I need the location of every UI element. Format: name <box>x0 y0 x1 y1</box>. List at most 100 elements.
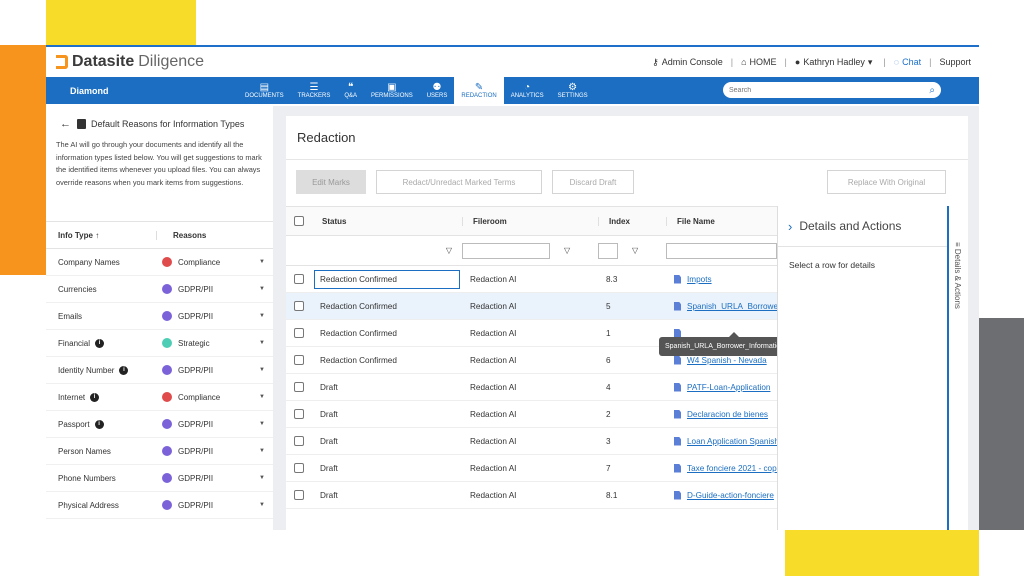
select-all-checkbox[interactable] <box>294 216 304 226</box>
reason-select[interactable]: GDPR/PII ▼ <box>162 446 273 456</box>
filename-filter-input[interactable] <box>666 242 777 259</box>
chevron-right-icon[interactable]: › <box>788 219 792 234</box>
user-menu[interactable]: Kathryn Hadley <box>803 57 865 67</box>
reason-select[interactable]: GDPR/PII ▼ <box>162 284 273 294</box>
index-filter-input[interactable] <box>598 242 618 259</box>
info-icon[interactable]: i <box>119 365 129 375</box>
info-type-row[interactable]: Person Names GDPR/PII ▼ <box>46 438 273 465</box>
fileroom-filter-input[interactable] <box>462 242 550 259</box>
file-link[interactable]: Taxe fonciere 2021 - copie <box>674 463 777 473</box>
row-checkbox[interactable] <box>294 409 304 419</box>
table-row[interactable]: Redaction Confirmed Redaction AI 8.3 Impots <box>286 266 777 293</box>
file-link[interactable]: PATF-Loan-Application <box>674 382 777 392</box>
home-link[interactable]: HOME <box>750 57 777 67</box>
file-link[interactable]: Spanish_URLA_Borrower_Information <box>674 301 777 311</box>
info-type-name: Financial i <box>46 338 162 348</box>
table-row[interactable]: Draft Redaction AI 8.1 D-Guide-action-fonci… <box>286 482 777 509</box>
edit-marks-button[interactable]: Edit Marks <box>296 170 366 194</box>
support-link[interactable]: Support <box>939 57 971 67</box>
table-row[interactable]: Draft Redaction AI 4 PATF-Loan-Application <box>286 374 777 401</box>
info-type-row[interactable]: Passport i GDPR/PII ▼ <box>46 411 273 438</box>
nav-label: ANALYTICS <box>510 93 544 99</box>
fileroom-column-header[interactable]: Fileroom <box>462 216 598 226</box>
nav-analytics[interactable]: ◔ ANALYTICS <box>504 77 551 104</box>
table-row[interactable]: Draft Redaction AI 2 Declaracion de bienes <box>286 401 777 428</box>
nav-redaction[interactable]: ✎ REDACTION <box>454 77 504 104</box>
info-icon[interactable]: i <box>95 338 105 348</box>
filter-icon[interactable]: ▽ <box>446 246 452 255</box>
row-checkbox[interactable] <box>294 328 304 338</box>
back-arrow-icon[interactable]: ← <box>60 118 71 130</box>
info-type-row[interactable]: Emails GDPR/PII ▼ <box>46 303 273 330</box>
info-type-column-header[interactable]: Info Type ↑ <box>46 231 156 240</box>
table-row[interactable]: Draft Redaction AI 3 Loan Application Spani… <box>286 428 777 455</box>
info-type-row[interactable]: Identity Number i GDPR/PII ▼ <box>46 357 273 384</box>
info-type-name: Emails <box>46 312 162 321</box>
redact-unredact-button[interactable]: Redact/Unredact Marked Terms <box>376 170 542 194</box>
left-panel-header: ← Default Reasons for Information Types <box>46 106 273 130</box>
index-column-header[interactable]: Index <box>598 216 666 226</box>
dropdown-caret-icon: ▼ <box>259 367 265 373</box>
file-link[interactable]: Loan Application Spanish <box>674 436 777 446</box>
discard-draft-button[interactable]: Discard Draft <box>552 170 634 194</box>
file-link[interactable]: Declaracion de bienes <box>674 409 777 419</box>
details-panel: › Details and Actions Select a row for d… <box>777 206 947 530</box>
replace-with-original-button[interactable]: Replace With Original <box>827 170 946 194</box>
row-checkbox[interactable] <box>294 355 304 365</box>
top-links: ⚷ Admin Console | ⌂ HOME | ● Kathryn Had… <box>652 57 971 68</box>
nav-users[interactable]: ⚉ USERS <box>420 77 455 104</box>
reason-select[interactable]: Strategic ▼ <box>162 338 273 348</box>
reason-label: GDPR/PII <box>178 311 214 321</box>
table-row[interactable]: Draft Redaction AI 7 Taxe fonciere 2021 - c… <box>286 455 777 482</box>
row-checkbox[interactable] <box>294 436 304 446</box>
info-icon[interactable]: i <box>94 419 104 429</box>
row-checkbox[interactable] <box>294 301 304 311</box>
search-input[interactable] <box>729 86 930 94</box>
status-cell: Redaction Confirmed <box>320 301 397 311</box>
brand-logo[interactable]: Datasite Diligence <box>56 53 204 71</box>
status-column-header[interactable]: Status <box>312 217 462 226</box>
reason-select[interactable]: GDPR/PII ▼ <box>162 419 273 429</box>
info-type-row[interactable]: Physical Address GDPR/PII ▼ <box>46 492 273 519</box>
table-row[interactable]: Redaction Confirmed Redaction AI 5 Spanish_… <box>286 293 777 320</box>
chat-link[interactable]: Chat <box>902 57 921 67</box>
filename-cell: Declaracion de bienes <box>666 409 777 419</box>
file-link[interactable]: Impots <box>674 274 777 284</box>
row-checkbox[interactable] <box>294 274 304 284</box>
row-checkbox[interactable] <box>294 382 304 392</box>
row-checkbox[interactable] <box>294 490 304 500</box>
filename-column-header[interactable]: File Name <box>666 216 777 226</box>
workspace-name[interactable]: Diamond <box>46 86 238 96</box>
nav-documents[interactable]: ▤ DOCUMENTS <box>238 77 291 104</box>
reason-select[interactable]: GDPR/PII ▼ <box>162 500 273 510</box>
info-type-name: Person Names <box>46 447 162 456</box>
reason-select[interactable]: GDPR/PII ▼ <box>162 311 273 321</box>
admin-console-link[interactable]: Admin Console <box>662 57 723 67</box>
row-select-cell <box>286 328 312 338</box>
info-icon[interactable]: i <box>90 392 100 402</box>
search-bar: ⌕ <box>723 82 941 98</box>
filter-icon[interactable]: ▽ <box>632 246 638 255</box>
details-header: › Details and Actions <box>778 206 947 247</box>
row-checkbox[interactable] <box>294 463 304 473</box>
filter-icon[interactable]: ▽ <box>564 246 570 255</box>
reason-select[interactable]: GDPR/PII ▼ <box>162 365 273 375</box>
reason-select[interactable]: Compliance ▼ <box>162 392 273 402</box>
file-link[interactable]: D-Guide-action-fonciere <box>674 490 777 500</box>
nav-settings[interactable]: ⚙ SETTINGS <box>551 77 595 104</box>
reason-select[interactable]: GDPR/PII ▼ <box>162 473 273 483</box>
info-type-row[interactable]: Company Names Compliance ▼ <box>46 249 273 276</box>
reason-select[interactable]: Compliance ▼ <box>162 257 273 267</box>
info-type-label: Passport <box>58 419 90 429</box>
search-icon[interactable]: ⌕ <box>929 85 935 96</box>
info-type-row[interactable]: Phone Numbers GDPR/PII ▼ <box>46 465 273 492</box>
nav-permissions[interactable]: ▣ PERMISSIONS <box>364 77 420 104</box>
nav-trackers[interactable]: ☰ TRACKERS <box>291 77 338 104</box>
info-type-row[interactable]: Currencies GDPR/PII ▼ <box>46 276 273 303</box>
info-type-row[interactable]: Financial i Strategic ▼ <box>46 330 273 357</box>
file-link[interactable]: W4 Spanish - Nevada <box>674 355 777 365</box>
details-side-tab[interactable]: ≡ Details & Actions <box>947 206 968 530</box>
nav-qa[interactable]: ❝ Q&A <box>337 77 364 104</box>
users-icon: ⚉ <box>432 82 442 93</box>
info-type-row[interactable]: Internet i Compliance ▼ <box>46 384 273 411</box>
